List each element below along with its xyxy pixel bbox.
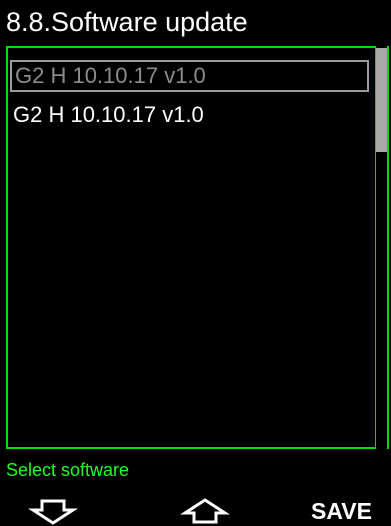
list-item[interactable]: G2 H 10.10.17 v1.0 [10,99,369,131]
softkey-bar: SAVE [0,496,391,526]
status-hint: Select software [6,460,130,480]
up-button[interactable] [180,496,230,526]
page-title: 8.8.Software update [6,7,248,37]
software-list-panel: G2 H 10.10.17 v1.0 G2 H 10.10.17 v1.0 [6,46,377,449]
scrollbar-thumb[interactable] [376,48,387,152]
arrow-down-icon [28,499,78,525]
software-list[interactable]: G2 H 10.10.17 v1.0 G2 H 10.10.17 v1.0 [8,48,375,447]
save-button[interactable]: SAVE [311,496,391,526]
arrow-up-icon [180,498,230,524]
down-button[interactable] [28,496,78,526]
list-item-selected[interactable]: G2 H 10.10.17 v1.0 [10,60,369,92]
